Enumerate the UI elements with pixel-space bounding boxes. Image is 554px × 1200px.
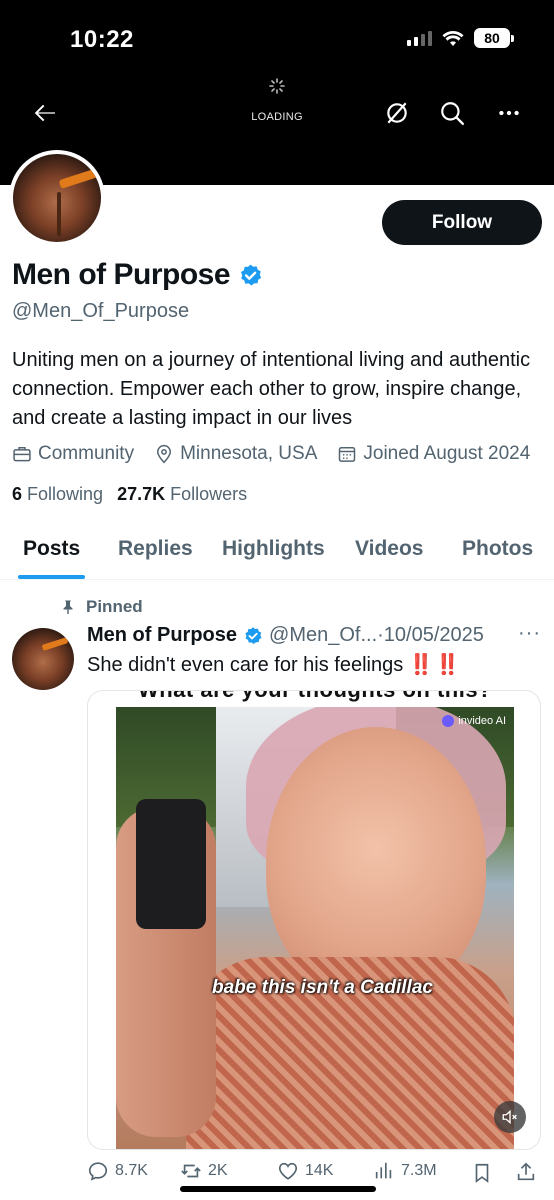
pinned-text: Pinned (86, 597, 143, 616)
loading-indicator: LOADING (0, 78, 554, 123)
reply-icon (88, 1162, 108, 1181)
post-text-body: She didn't even care for his feelings (87, 654, 409, 676)
followers-label: Followers (170, 484, 248, 504)
status-icons: 80 (407, 28, 514, 48)
category-label: Community (38, 443, 135, 464)
cellular-signal-icon (407, 30, 432, 46)
following-link[interactable]: 6 Following (12, 484, 103, 505)
battery-level: 80 (484, 30, 500, 46)
following-label: Following (27, 484, 104, 504)
location-label: Minnesota, USA (180, 443, 318, 464)
following-count: 6 (12, 484, 23, 504)
display-name-row: Men of Purpose (12, 258, 263, 292)
pin-icon (63, 600, 73, 614)
views-action[interactable]: 7.3M (373, 1160, 437, 1182)
reply-action[interactable]: 8.7K (87, 1160, 148, 1182)
tab-highlights[interactable]: Highlights (222, 537, 325, 561)
calendar-icon (339, 447, 356, 462)
tab-posts[interactable]: Posts (23, 537, 80, 561)
views-count: 7.3M (401, 1162, 437, 1179)
post-author-handle: @Men_Of... (269, 624, 378, 646)
profile-bio: Uniting men on a journey of intentional … (12, 349, 531, 429)
location-item: Minnesota, USA (154, 443, 317, 465)
post-more-icon[interactable]: ··· (518, 622, 541, 645)
verified-badge-icon (245, 626, 262, 644)
follow-stats: 6 Following 27.7K Followers (12, 484, 247, 505)
profile-tabs: Posts Replies Highlights Videos Photos (0, 520, 554, 580)
mute-button[interactable] (494, 1101, 526, 1133)
watermark-text: invideo AI (458, 715, 506, 727)
profile-handle: @Men_Of_Purpose (12, 300, 190, 322)
pinned-label-row: Pinned (60, 597, 143, 617)
grok-icon[interactable] (384, 100, 410, 126)
tab-photos[interactable]: Photos (462, 537, 533, 561)
post-text: She didn't even care for his feelings ‼️… (87, 652, 460, 677)
location-pin-icon (157, 444, 172, 464)
followers-count: 27.7K (117, 484, 166, 504)
video-subtitle: babe this isn't a Cadillac (212, 977, 433, 998)
tab-videos[interactable]: Videos (355, 537, 423, 561)
post-author-name[interactable]: Men of Purpose (87, 624, 237, 647)
reply-count: 8.7K (115, 1162, 148, 1179)
repost-action[interactable]: 2K (180, 1160, 228, 1182)
verified-badge-icon[interactable] (238, 263, 263, 288)
media-caption: What are your thoughts on this? (88, 691, 540, 703)
joined-label: Joined August 2024 (363, 443, 531, 464)
follow-button[interactable]: Follow (382, 200, 542, 245)
post-header: Men of Purpose @Men_Of... ·10/05/2025 (87, 624, 484, 647)
followers-link[interactable]: 27.7K Followers (117, 484, 247, 505)
like-count: 14K (305, 1162, 334, 1179)
tab-replies[interactable]: Replies (118, 537, 193, 561)
more-options-icon[interactable] (496, 100, 522, 126)
post-media[interactable]: What are your thoughts on this? invideo … (87, 690, 541, 1150)
profile-meta: Community Minnesota, USA Joined August 2… (12, 443, 550, 465)
video-player[interactable]: invideo AI babe this isn't a Cadillac (116, 707, 514, 1149)
wifi-icon (442, 30, 464, 46)
post-date: ·10/05/2025 (377, 624, 484, 646)
double-exclamation-emoji: ‼️ ‼️ (408, 654, 460, 676)
home-indicator[interactable] (180, 1186, 376, 1192)
joined-item: Joined August 2024 (337, 443, 530, 465)
video-watermark: invideo AI (442, 715, 506, 727)
loading-text: LOADING (251, 111, 303, 123)
share-icon[interactable] (515, 1161, 537, 1183)
search-icon[interactable] (439, 100, 465, 126)
bookmark-icon[interactable] (471, 1162, 493, 1184)
status-time: 10:22 (70, 26, 134, 53)
invideo-logo-icon (442, 715, 455, 727)
active-tab-indicator (18, 575, 85, 579)
heart-icon (278, 1162, 298, 1180)
repost-count: 2K (208, 1162, 228, 1179)
display-name: Men of Purpose (12, 258, 231, 291)
speaker-muted-icon (502, 1109, 517, 1125)
briefcase-icon (13, 447, 31, 462)
repost-icon (181, 1164, 201, 1178)
profile-avatar[interactable] (9, 150, 105, 246)
spinner-icon (269, 78, 285, 94)
views-chart-icon (375, 1162, 392, 1179)
battery-icon: 80 (474, 28, 514, 48)
category-item[interactable]: Community (12, 443, 134, 465)
post-author-avatar[interactable] (12, 628, 74, 690)
like-action[interactable]: 14K (277, 1160, 333, 1182)
